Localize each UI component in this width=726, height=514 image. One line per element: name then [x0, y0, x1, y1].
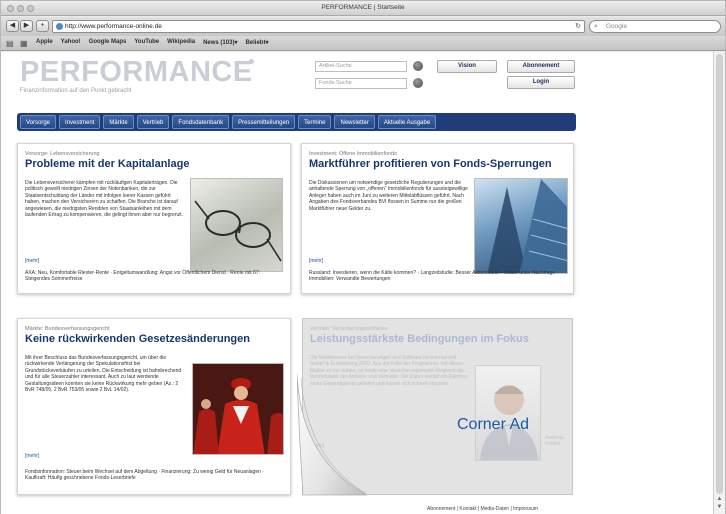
read-more-link[interactable]: [mehr]	[25, 453, 39, 459]
article-kicker: Investment: Offene Immobilienfonds	[309, 151, 397, 157]
related-links[interactable]: Russland: Investieren, wenn die Kälte ko…	[309, 270, 567, 283]
address-bar[interactable]: http://www.performance-online.de ↻	[52, 20, 585, 33]
forward-arrow-icon[interactable]: ▶	[20, 20, 33, 32]
window-titlebar: PERFORMANCE | Startseite	[1, 1, 725, 16]
browser-window: PERFORMANCE | Startseite ◀ ▶ + http://ww…	[0, 0, 726, 514]
fund-search-go-button[interactable]	[413, 78, 423, 88]
article-card: Märkte: Bundesverfassungsgericht Keine r…	[17, 318, 291, 495]
article-card: Vorsorge: Lebensversicherung Probleme mi…	[17, 143, 291, 294]
bookmark-item[interactable]: Yahoo!	[61, 39, 81, 46]
article-teaser: Die Diskussionen um notwendige gesetzlic…	[309, 180, 468, 212]
corner-ad-peel[interactable]	[297, 374, 367, 497]
site-logo[interactable]: PERFORMANCE	[20, 58, 253, 87]
related-links[interactable]: AXA: Neu, Komfortable Riester-Rente · En…	[25, 270, 283, 283]
nav-item-vorsorge[interactable]: Vorsorge	[20, 115, 57, 129]
registered-mark-icon	[249, 59, 254, 64]
article-title[interactable]: Probleme mit der Kapitalanlage	[25, 158, 189, 170]
article-photo-judges[interactable]	[192, 363, 284, 455]
login-button[interactable]: Login	[507, 76, 575, 89]
nav-item-maerkte[interactable]: Märkte	[103, 115, 134, 129]
article-title[interactable]: Leistungsstärkste Bedingungen im Fokus	[310, 333, 529, 345]
article-photo-portrait[interactable]	[475, 365, 541, 461]
bookmark-item[interactable]: Wikipedia	[167, 39, 195, 46]
nav-item-termine[interactable]: Termine	[298, 115, 332, 129]
browser-toolbar: ◀ ▶ + http://www.performance-online.de ↻…	[1, 17, 725, 36]
read-more-link[interactable]: [mehr]	[309, 258, 323, 264]
nav-item-newsletter[interactable]: Newsletter	[334, 115, 375, 129]
article-kicker: Vorsorge: Lebensversicherung	[25, 151, 100, 157]
article-search-input[interactable]: Artikel-Suche	[315, 61, 407, 72]
scroll-down-icon[interactable]: ▼	[715, 504, 724, 512]
bookmark-item[interactable]: YouTube	[134, 39, 159, 46]
glasses-illustration	[194, 200, 282, 262]
grid-icon[interactable]: ▦	[20, 39, 32, 48]
vertical-scrollbar[interactable]: ▲ ▼	[713, 52, 725, 514]
footer-links[interactable]: Abonnement | Kontakt | Media-Daten | Imp…	[427, 506, 538, 512]
reload-icon[interactable]: ↻	[575, 21, 581, 32]
corner-ad-label[interactable]: Corner Ad	[457, 416, 529, 434]
browser-search-field[interactable]: ⌕ Google	[589, 20, 721, 33]
article-kicker: Vertrieb: Versicherungssoftware	[310, 326, 388, 332]
nav-item-aktuelle-ausgabe[interactable]: Aktuelle Ausgabe	[377, 115, 437, 129]
read-more-link[interactable]: [mehr]	[25, 258, 39, 264]
nav-item-investment[interactable]: Investment	[59, 115, 101, 129]
bookmark-item[interactable]: Apple	[36, 39, 53, 46]
skyscraper-illustration	[487, 179, 567, 273]
article-kicker: Märkte: Bundesverfassungsgericht	[25, 326, 110, 332]
nav-item-vertrieb[interactable]: Vertrieb	[136, 115, 170, 129]
main-navigation: Vorsorge Investment Märkte Vertrieb Fond…	[17, 113, 576, 131]
plus-icon[interactable]: +	[36, 20, 49, 32]
article-photo-glasses[interactable]	[190, 178, 283, 272]
bookmarks-bar: ▤ ▦ Apple Yahoo! Google Maps YouTube Wik…	[1, 36, 725, 51]
judges-illustration	[193, 364, 283, 454]
globe-icon	[56, 23, 63, 30]
subscription-button[interactable]: Abonnement	[507, 60, 575, 73]
scroll-up-icon[interactable]: ▲	[715, 496, 724, 504]
search-icon: ⌕	[594, 23, 598, 30]
article-title[interactable]: Marktführer profitieren von Fonds-Sperru…	[309, 158, 552, 170]
article-card: Investment: Offene Immobilienfonds Markt…	[301, 143, 574, 294]
related-links[interactable]: Fondsinformation: Steuer beim Wechsel au…	[25, 469, 283, 482]
article-search-go-button[interactable]	[413, 61, 423, 71]
bookmark-item[interactable]: News (103)▾	[203, 39, 237, 46]
search-placeholder: Google	[606, 23, 627, 30]
fund-search-input[interactable]: Fonds-Suche	[315, 78, 407, 89]
article-teaser: Mit ihrer Beschluss das Bundesverfassung…	[25, 355, 182, 394]
bookmark-item[interactable]: Beliebt▾	[245, 39, 268, 46]
bookmark-list: Apple Yahoo! Google Maps YouTube Wikiped…	[36, 39, 268, 46]
photo-caption: Andreas Franke	[545, 435, 564, 447]
vision-button[interactable]: Vision	[437, 60, 497, 73]
article-title[interactable]: Keine rückwirkenden Gesetzesänderungen	[25, 333, 250, 345]
bookmark-item[interactable]: Google Maps	[89, 39, 127, 46]
window-title: PERFORMANCE | Startseite	[321, 4, 405, 11]
site-tagline: Finanzinformation auf den Punkt gebracht	[20, 88, 132, 94]
address-url: http://www.performance-online.de	[65, 23, 162, 30]
back-arrow-icon[interactable]: ◀	[6, 20, 19, 32]
portrait-illustration	[480, 385, 538, 460]
article-photo-skyscrapers[interactable]	[474, 178, 568, 274]
book-icon[interactable]: ▤	[6, 39, 18, 48]
article-teaser: Die Lebensversicherer kämpfen mit rücklä…	[25, 180, 183, 219]
scrollbar-thumb[interactable]	[716, 54, 723, 494]
nav-item-fondsdatenbank[interactable]: Fondsdatenbank	[172, 115, 230, 129]
nav-item-pressemitteilungen[interactable]: Pressemitteilungen	[232, 115, 296, 129]
page-viewport: PERFORMANCE Finanzinformation auf den Pu…	[1, 52, 713, 514]
